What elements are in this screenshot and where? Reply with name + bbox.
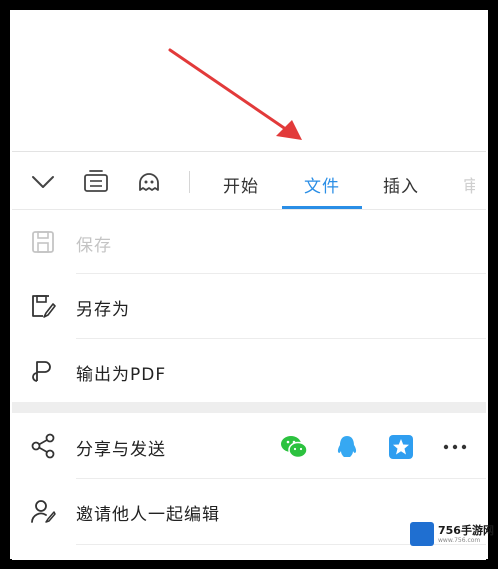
wechat-icon[interactable] <box>279 432 309 462</box>
menu-item-label: 分享与发送 <box>76 440 166 460</box>
tab-review[interactable]: 审 <box>463 172 475 197</box>
save-as-icon <box>32 295 56 318</box>
qzone-icon[interactable] <box>386 432 416 462</box>
menu-item-label: 另存为 <box>76 300 130 320</box>
voice-assistant-icon[interactable] <box>135 168 163 196</box>
tab-file[interactable]: 文件 <box>304 172 340 197</box>
menu-item-export-pdf[interactable]: 输出为PDF <box>12 339 486 403</box>
active-tab-indicator <box>282 206 362 209</box>
watermark-title: 756手游网 <box>438 524 494 537</box>
watermark-logo <box>410 522 434 546</box>
section-separator <box>12 402 486 413</box>
qq-icon[interactable] <box>332 432 362 462</box>
annotation-arrow <box>168 48 302 140</box>
share-icon <box>31 433 55 459</box>
watermark-subtitle: www.756.com <box>438 537 481 544</box>
menu-item-save-as[interactable]: 另存为 <box>12 274 486 338</box>
menu-item-label: 输出为PDF <box>76 365 167 385</box>
save-icon <box>32 231 54 253</box>
keyboard-icon[interactable] <box>82 168 110 196</box>
ribbon-toolbar: 开始 文件 插入 审 <box>12 152 486 210</box>
menu-item-label: 邀请他人一起编辑 <box>76 505 220 525</box>
toolbar-divider <box>189 171 190 193</box>
chevron-down-icon[interactable] <box>29 168 57 196</box>
tab-start[interactable]: 开始 <box>223 172 259 197</box>
frame-top <box>0 0 498 10</box>
invite-edit-icon <box>31 500 56 523</box>
frame-left <box>0 0 10 569</box>
more-icon[interactable] <box>440 432 470 462</box>
frame-bottom <box>0 559 498 569</box>
pdf-export-icon <box>32 361 51 382</box>
frame-right <box>488 0 498 569</box>
file-menu-sheet: 开始 文件 插入 审 保存 另存为 输出为PDF 分享与发送 邀请他人一起编辑 <box>12 151 486 560</box>
site-watermark: 756手游网 www.756.com <box>410 520 494 550</box>
menu-item-label: 保存 <box>76 236 112 256</box>
tab-insert[interactable]: 插入 <box>383 172 419 197</box>
menu-item-save[interactable]: 保存 <box>12 210 486 274</box>
